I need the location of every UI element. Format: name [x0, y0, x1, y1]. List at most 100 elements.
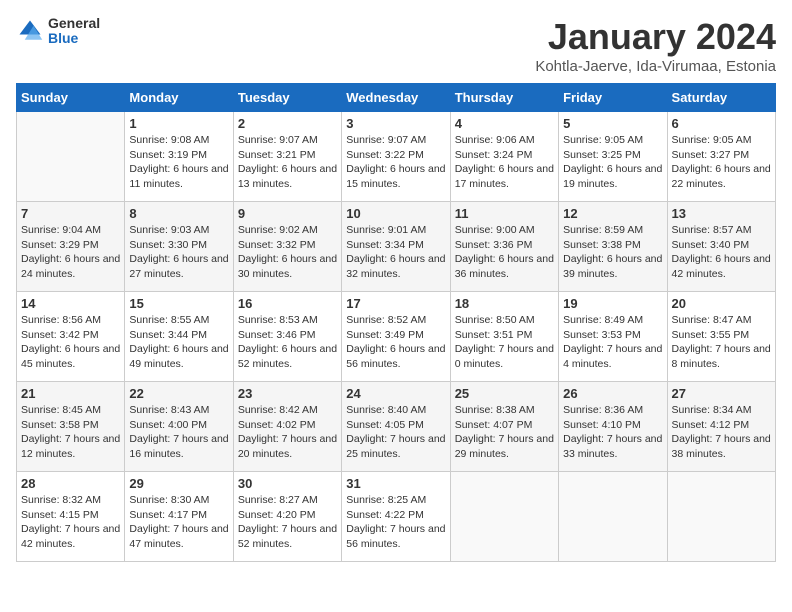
day-number: 16	[238, 296, 337, 311]
day-number: 5	[563, 116, 662, 131]
day-info: Sunrise: 8:49 AMSunset: 3:53 PMDaylight:…	[563, 313, 662, 372]
calendar-week-row: 21 Sunrise: 8:45 AMSunset: 3:58 PMDayligh…	[17, 382, 776, 472]
day-number: 30	[238, 476, 337, 491]
table-row: 28Sunrise: 8:32 AMSunset: 4:15 PMDayligh…	[17, 472, 125, 562]
table-row: 31Sunrise: 8:25 AMSunset: 4:22 PMDayligh…	[342, 472, 450, 562]
table-row: 18 Sunrise: 8:50 AMSunset: 3:51 PMDayligh…	[450, 292, 558, 382]
table-row: 19 Sunrise: 8:49 AMSunset: 3:53 PMDayligh…	[559, 292, 667, 382]
day-info: Sunrise: 9:08 AMSunset: 3:19 PMDaylight:…	[129, 133, 228, 192]
day-info: Sunrise: 9:01 AMSunset: 3:34 PMDaylight:…	[346, 223, 445, 282]
day-info: Sunrise: 9:07 AMSunset: 3:22 PMDaylight:…	[346, 133, 445, 192]
table-row: 2Sunrise: 9:07 AMSunset: 3:21 PMDaylight…	[233, 112, 341, 202]
day-info: Sunrise: 9:05 AMSunset: 3:27 PMDaylight:…	[672, 133, 771, 192]
day-info: Sunrise: 8:27 AMSunset: 4:20 PMDaylight:…	[238, 493, 337, 552]
day-info: Sunrise: 8:40 AMSunset: 4:05 PMDaylight:…	[346, 403, 445, 462]
day-info: Sunrise: 9:02 AMSunset: 3:32 PMDaylight:…	[238, 223, 337, 282]
day-number: 21	[21, 386, 120, 401]
header-tuesday: Tuesday	[233, 84, 341, 112]
table-row: 4 Sunrise: 9:06 AMSunset: 3:24 PMDaylight…	[450, 112, 558, 202]
day-info: Sunrise: 9:06 AMSunset: 3:24 PMDaylight:…	[455, 133, 554, 192]
table-row: 15 Sunrise: 8:55 AMSunset: 3:44 PMDayligh…	[125, 292, 233, 382]
day-info: Sunrise: 8:36 AMSunset: 4:10 PMDaylight:…	[563, 403, 662, 462]
table-row: 23 Sunrise: 8:42 AMSunset: 4:02 PMDayligh…	[233, 382, 341, 472]
table-row: 3 Sunrise: 9:07 AMSunset: 3:22 PMDaylight…	[342, 112, 450, 202]
table-row: 10Sunrise: 9:01 AMSunset: 3:34 PMDayligh…	[342, 202, 450, 292]
day-info: Sunrise: 8:47 AMSunset: 3:55 PMDaylight:…	[672, 313, 771, 372]
calendar-week-row: 28Sunrise: 8:32 AMSunset: 4:15 PMDayligh…	[17, 472, 776, 562]
day-number: 22	[129, 386, 228, 401]
page-header: General Blue January 2024 Kohtla-Jaerve,…	[16, 16, 776, 75]
calendar: Sunday Monday Tuesday Wednesday Thursday…	[16, 83, 776, 562]
day-info: Sunrise: 8:43 AMSunset: 4:00 PMDaylight:…	[129, 403, 228, 462]
day-number: 28	[21, 476, 120, 491]
table-row: 22 Sunrise: 8:43 AMSunset: 4:00 PMDayligh…	[125, 382, 233, 472]
day-number: 25	[455, 386, 554, 401]
table-row	[17, 112, 125, 202]
day-number: 15	[129, 296, 228, 311]
table-row: 26 Sunrise: 8:36 AMSunset: 4:10 PMDayligh…	[559, 382, 667, 472]
table-row: 27Sunrise: 8:34 AMSunset: 4:12 PMDayligh…	[667, 382, 775, 472]
table-row: 17 Sunrise: 8:52 AMSunset: 3:49 PMDayligh…	[342, 292, 450, 382]
day-number: 29	[129, 476, 228, 491]
table-row: 8Sunrise: 9:03 AMSunset: 3:30 PMDaylight…	[125, 202, 233, 292]
day-info: Sunrise: 8:34 AMSunset: 4:12 PMDaylight:…	[672, 403, 771, 462]
day-number: 4	[455, 116, 554, 131]
day-number: 24	[346, 386, 445, 401]
day-number: 19	[563, 296, 662, 311]
location: Kohtla-Jaerve, Ida-Virumaa, Estonia	[535, 58, 776, 75]
table-row	[559, 472, 667, 562]
table-row: 21 Sunrise: 8:45 AMSunset: 3:58 PMDayligh…	[17, 382, 125, 472]
day-number: 23	[238, 386, 337, 401]
header-friday: Friday	[559, 84, 667, 112]
day-info: Sunrise: 9:05 AMSunset: 3:25 PMDaylight:…	[563, 133, 662, 192]
day-number: 17	[346, 296, 445, 311]
day-number: 1	[129, 116, 228, 131]
day-info: Sunrise: 8:55 AMSunset: 3:44 PMDaylight:…	[129, 313, 228, 372]
calendar-header-row: Sunday Monday Tuesday Wednesday Thursday…	[17, 84, 776, 112]
table-row: 1 Sunrise: 9:08 AMSunset: 3:19 PMDaylight…	[125, 112, 233, 202]
logo: General Blue	[16, 16, 100, 47]
logo-general: General	[48, 16, 100, 31]
day-number: 3	[346, 116, 445, 131]
table-row: 9 Sunrise: 9:02 AMSunset: 3:32 PMDaylight…	[233, 202, 341, 292]
day-number: 26	[563, 386, 662, 401]
day-number: 20	[672, 296, 771, 311]
day-info: Sunrise: 8:52 AMSunset: 3:49 PMDaylight:…	[346, 313, 445, 372]
title-block: January 2024 Kohtla-Jaerve, Ida-Virumaa,…	[535, 16, 776, 75]
day-number: 9	[238, 206, 337, 221]
day-info: Sunrise: 8:30 AMSunset: 4:17 PMDaylight:…	[129, 493, 228, 552]
day-info: Sunrise: 9:04 AMSunset: 3:29 PMDaylight:…	[21, 223, 120, 282]
table-row: 7 Sunrise: 9:04 AMSunset: 3:29 PMDaylight…	[17, 202, 125, 292]
day-info: Sunrise: 8:42 AMSunset: 4:02 PMDaylight:…	[238, 403, 337, 462]
calendar-week-row: 1 Sunrise: 9:08 AMSunset: 3:19 PMDaylight…	[17, 112, 776, 202]
table-row: 11Sunrise: 9:00 AMSunset: 3:36 PMDayligh…	[450, 202, 558, 292]
day-number: 11	[455, 206, 554, 221]
table-row: 30 Sunrise: 8:27 AMSunset: 4:20 PMDayligh…	[233, 472, 341, 562]
header-saturday: Saturday	[667, 84, 775, 112]
header-sunday: Sunday	[17, 84, 125, 112]
day-number: 18	[455, 296, 554, 311]
table-row: 6 Sunrise: 9:05 AMSunset: 3:27 PMDaylight…	[667, 112, 775, 202]
calendar-week-row: 14Sunrise: 8:56 AMSunset: 3:42 PMDayligh…	[17, 292, 776, 382]
day-info: Sunrise: 8:50 AMSunset: 3:51 PMDaylight:…	[455, 313, 554, 372]
table-row: 16Sunrise: 8:53 AMSunset: 3:46 PMDayligh…	[233, 292, 341, 382]
day-info: Sunrise: 9:07 AMSunset: 3:21 PMDaylight:…	[238, 133, 337, 192]
calendar-week-row: 7 Sunrise: 9:04 AMSunset: 3:29 PMDaylight…	[17, 202, 776, 292]
table-row	[450, 472, 558, 562]
day-info: Sunrise: 8:38 AMSunset: 4:07 PMDaylight:…	[455, 403, 554, 462]
table-row: 14Sunrise: 8:56 AMSunset: 3:42 PMDayligh…	[17, 292, 125, 382]
header-wednesday: Wednesday	[342, 84, 450, 112]
day-number: 13	[672, 206, 771, 221]
day-number: 7	[21, 206, 120, 221]
header-thursday: Thursday	[450, 84, 558, 112]
day-info: Sunrise: 8:57 AMSunset: 3:40 PMDaylight:…	[672, 223, 771, 282]
table-row: 25 Sunrise: 8:38 AMSunset: 4:07 PMDayligh…	[450, 382, 558, 472]
table-row: 12Sunrise: 8:59 AMSunset: 3:38 PMDayligh…	[559, 202, 667, 292]
day-number: 6	[672, 116, 771, 131]
day-info: Sunrise: 8:25 AMSunset: 4:22 PMDaylight:…	[346, 493, 445, 552]
day-info: Sunrise: 8:45 AMSunset: 3:58 PMDaylight:…	[21, 403, 120, 462]
day-info: Sunrise: 8:59 AMSunset: 3:38 PMDaylight:…	[563, 223, 662, 282]
table-row	[667, 472, 775, 562]
header-monday: Monday	[125, 84, 233, 112]
logo-text: General Blue	[48, 16, 100, 47]
